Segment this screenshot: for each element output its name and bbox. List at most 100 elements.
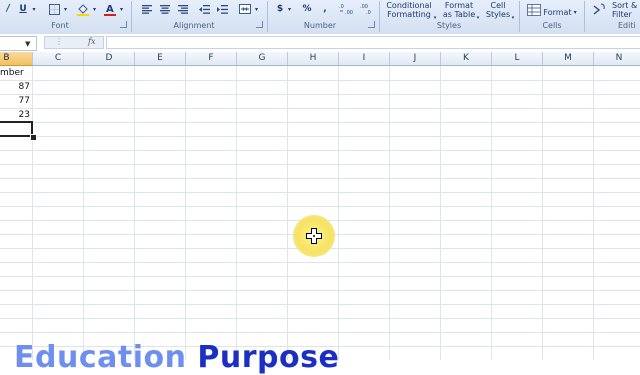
conditional-formatting-button[interactable]: Conditional Formatting: [382, 0, 436, 20]
cell-b2[interactable]: 87: [0, 80, 30, 94]
grid-line: [0, 108, 640, 109]
column-header-j[interactable]: J: [390, 52, 441, 66]
cell-b1[interactable]: mber: [0, 66, 32, 80]
fill-handle[interactable]: [30, 134, 37, 141]
currency-dropdown[interactable]: ▾: [285, 1, 294, 17]
italic-icon: /: [6, 4, 10, 14]
align-center-button[interactable]: [157, 1, 172, 17]
group-label-alignment: Alignment: [173, 21, 215, 30]
group-separator: [131, 1, 132, 32]
column-header-b[interactable]: B: [0, 52, 33, 66]
column-header-e[interactable]: E: [135, 52, 186, 66]
cell-b4[interactable]: 23: [0, 108, 30, 122]
resize-handle-icon[interactable]: ⋮: [55, 37, 63, 46]
grid-line: [0, 80, 640, 81]
decimal-icon: .00 .0: [360, 4, 371, 15]
formula-input[interactable]: [106, 36, 640, 49]
group-label-cells: Cells: [542, 21, 562, 30]
percent-label: %: [302, 4, 312, 14]
sort-filter-line1: Sort &: [612, 1, 638, 10]
column-header-g[interactable]: G: [237, 52, 288, 66]
underline-dropdown[interactable]: ▾: [29, 1, 39, 17]
align-right-button[interactable]: [175, 1, 190, 17]
column-header-k[interactable]: K: [441, 52, 492, 66]
align-center-icon: [159, 4, 170, 14]
grid-line: [440, 66, 441, 360]
format-as-table-line1: Format: [444, 1, 474, 10]
column-header-d[interactable]: D: [84, 52, 135, 66]
grid-line: [389, 66, 390, 360]
grid-line: [0, 290, 640, 291]
font-color-icon: A: [104, 4, 116, 16]
ribbon: / U ▾ ▾ ▾ A ▾ Font ▾ Alignment $ ▾ % , .…: [0, 0, 640, 35]
grid-line: [0, 276, 640, 277]
column-header-l[interactable]: L: [492, 52, 543, 66]
group-label-number: Number: [303, 21, 337, 30]
cell-select-cursor-icon: [306, 228, 322, 244]
indent-icon: [217, 4, 228, 14]
column-header-c[interactable]: C: [33, 52, 84, 66]
grid-line: [593, 66, 594, 360]
grid-line: [32, 66, 33, 360]
increase-indent-button[interactable]: [215, 1, 230, 17]
sort-filter-line2: Filter: [612, 10, 632, 19]
group-separator: [267, 1, 268, 32]
merge-center-icon: [239, 4, 251, 14]
name-box[interactable]: ▼: [0, 36, 37, 51]
insert-function-button[interactable]: fx: [88, 37, 95, 46]
chevron-down-icon[interactable]: ▼: [25, 40, 30, 48]
align-left-button[interactable]: [139, 1, 154, 17]
grid-line: [0, 150, 640, 151]
italic-button[interactable]: /: [2, 1, 14, 17]
alignment-dialog-launcher[interactable]: [256, 21, 263, 28]
grid-line: [287, 66, 288, 360]
grid-line: [0, 318, 640, 319]
fill-color-icon: [77, 3, 89, 16]
borders-dropdown[interactable]: ▾: [61, 1, 70, 17]
grid-line: [0, 332, 640, 333]
decimal-icon: .0 .00: [339, 4, 353, 15]
grid-line: [236, 66, 237, 360]
font-color-dropdown[interactable]: ▾: [117, 1, 126, 17]
group-label-font: Font: [51, 21, 69, 30]
column-header-n[interactable]: N: [594, 52, 640, 66]
column-header-m[interactable]: M: [543, 52, 594, 66]
merge-dropdown[interactable]: ▾: [252, 1, 261, 17]
borders-button[interactable]: [46, 1, 62, 17]
column-header-f[interactable]: F: [186, 52, 237, 66]
percent-button[interactable]: %: [300, 1, 314, 17]
grid-line: [0, 164, 640, 165]
comma-button[interactable]: ,: [319, 1, 331, 17]
font-color-button[interactable]: A: [102, 1, 118, 17]
autosum-icon: [593, 3, 605, 15]
formula-bar: ▼ ⋮ fx: [0, 34, 640, 53]
sort-filter-button[interactable]: Sort & Filter: [612, 0, 640, 20]
grid-line: [0, 178, 640, 179]
grid-line: [185, 66, 186, 360]
grid-line: [0, 262, 640, 263]
comma-label: ,: [323, 4, 327, 14]
grid-line: [83, 66, 84, 360]
svg-text:.0: .0: [366, 10, 371, 15]
font-dialog-launcher[interactable]: [120, 21, 127, 28]
autosum-button[interactable]: [590, 1, 610, 19]
align-right-icon: [177, 4, 188, 14]
format-button[interactable]: Format ▾: [541, 4, 579, 20]
cell-b3[interactable]: 77: [0, 94, 30, 108]
decrease-indent-button[interactable]: [197, 1, 212, 17]
conditional-formatting-line2: Formatting: [387, 10, 431, 19]
column-header-i[interactable]: I: [339, 52, 390, 66]
svg-text:.0: .0: [339, 4, 344, 10]
grid-line: [0, 192, 640, 193]
number-dialog-launcher[interactable]: [368, 21, 375, 28]
fill-color-button[interactable]: [75, 1, 91, 17]
merge-center-button[interactable]: [237, 1, 253, 17]
grid-line: [0, 136, 640, 137]
increase-decimal-button[interactable]: .0 .00: [337, 1, 357, 17]
grid-line: [338, 66, 339, 360]
decrease-decimal-button[interactable]: .00 .0: [358, 1, 378, 17]
underline-button[interactable]: U: [16, 1, 30, 17]
active-cell-b5[interactable]: [0, 121, 33, 137]
fill-color-dropdown[interactable]: ▾: [90, 1, 99, 17]
column-header-h[interactable]: H: [288, 52, 339, 66]
